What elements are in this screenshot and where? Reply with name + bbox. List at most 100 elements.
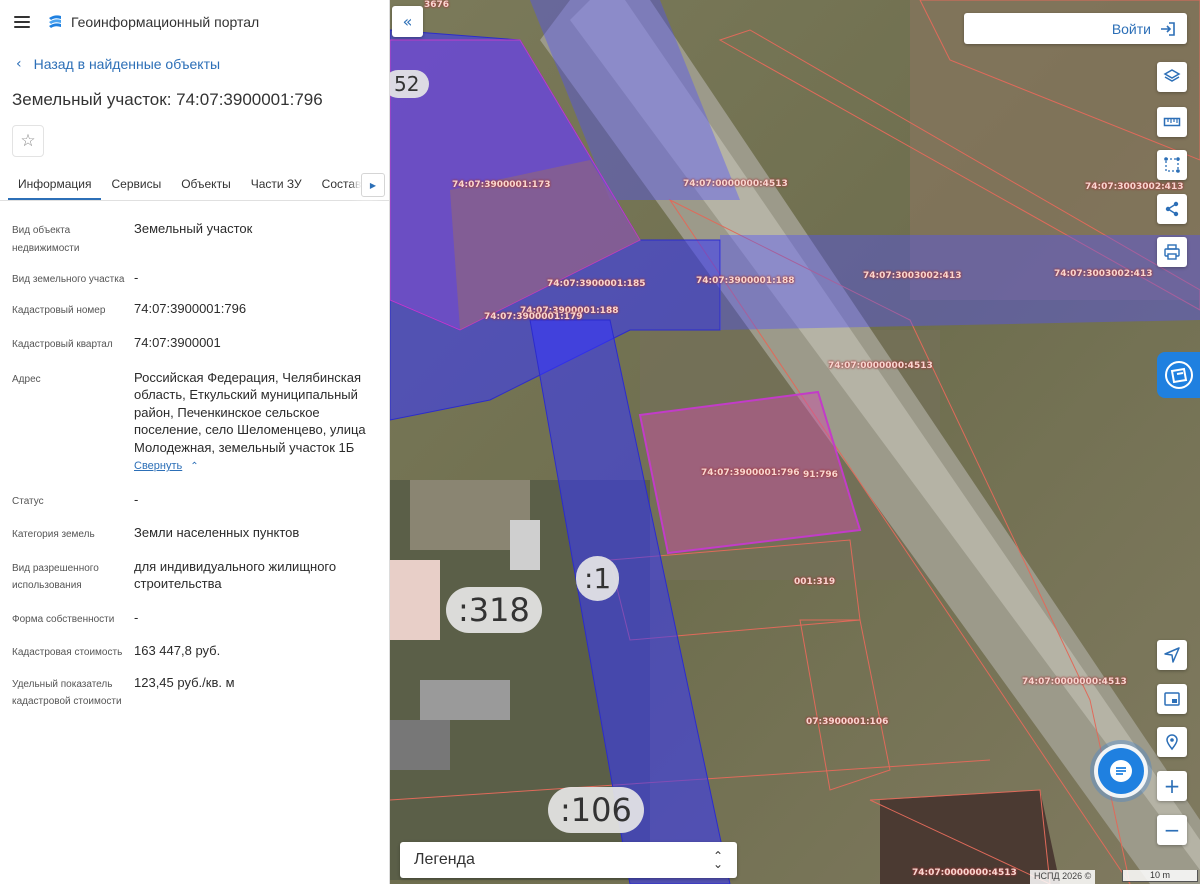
info-row: Адрес Российская Федерация, Челябинская … xyxy=(12,369,377,476)
parcel-label: 74:07:0000000:4513 xyxy=(1022,677,1127,687)
info-list: Вид объекта недвижимости Земельный участ… xyxy=(0,220,389,711)
parcel-label: 07:3900001:106 xyxy=(806,717,889,727)
object-title: Земельный участок: 74:07:3900001:796 xyxy=(12,90,323,109)
side-panel-tab[interactable] xyxy=(1157,352,1200,398)
location-pin-icon xyxy=(1166,734,1178,751)
map-service-icon xyxy=(1164,361,1193,389)
info-label: Вид разрешенного использования xyxy=(12,562,99,592)
back-link-label: Назад в найденные объекты xyxy=(33,56,221,72)
tab-information[interactable]: Информация xyxy=(8,171,102,200)
print-button[interactable] xyxy=(1157,237,1187,267)
ruler-button[interactable] xyxy=(1157,107,1187,137)
legend-label: Легенда xyxy=(414,851,475,868)
info-label: Адрес xyxy=(12,373,41,385)
top-bar: Геоинформационный портал xyxy=(0,0,389,44)
info-row: Кадастровый номер 74:07:3900001:796 xyxy=(12,300,377,320)
legend-dropdown[interactable]: Легенда ⌃ ⌄ xyxy=(400,842,737,878)
login-icon xyxy=(1161,21,1175,36)
parcel-label: 91:796 xyxy=(803,470,838,480)
info-value: для индивидуального жилищного строительс… xyxy=(134,558,337,592)
info-label: Вид земельного участка xyxy=(12,274,125,285)
parcel-label: 74:07:0000000:4513 xyxy=(828,361,933,371)
attribution: НСПД 2026 © xyxy=(1030,870,1096,884)
info-row: Статус - xyxy=(12,491,377,511)
navigation-arrow-icon xyxy=(1164,647,1180,663)
info-panel: Геоинформационный портал ‹ Назад в найде… xyxy=(0,0,390,884)
parcel-label: 001:319 xyxy=(794,577,836,587)
chevron-up-icon: ⌃ xyxy=(190,461,199,472)
tab-bar: Информация Сервисы Объекты Части ЗУ Сост… xyxy=(0,171,389,201)
collapse-label: Свернуть xyxy=(134,460,183,472)
parcel-label: 74:07:3900001:179 xyxy=(484,312,583,322)
info-label: Категория земель xyxy=(12,529,95,540)
info-value: - xyxy=(134,491,139,507)
login-button[interactable]: Войти xyxy=(964,13,1187,44)
parcel-label: 74:07:3900001:185 xyxy=(547,279,646,289)
collapse-link[interactable]: Свернуть ⌃ xyxy=(134,458,199,476)
info-value: 163 447,8 руб. xyxy=(134,643,221,658)
zoom-in-button[interactable]: + xyxy=(1157,771,1187,801)
cluster-label: :106 xyxy=(548,787,644,833)
share-icon xyxy=(1165,201,1179,217)
info-value: Российская Федерация, Челябинская област… xyxy=(134,369,377,476)
parcel-label: 74:07:3900001:188 xyxy=(696,276,795,286)
info-label: Статус xyxy=(12,495,44,507)
satellite-imagery xyxy=(390,0,1200,884)
chevron-up-down-icon: ⌃ ⌄ xyxy=(712,849,723,871)
info-value: Земли населенных пунктов xyxy=(134,525,300,540)
chevron-left-icon: ‹ xyxy=(16,56,22,72)
info-label: Форма собственности xyxy=(12,613,115,625)
layers-button[interactable] xyxy=(1157,62,1187,92)
info-row: Категория земель Земли населенных пункто… xyxy=(12,524,377,544)
cluster-label: :1 xyxy=(576,556,620,601)
tabs-scroll-right-icon[interactable]: ▶ xyxy=(361,173,385,197)
locate-button[interactable] xyxy=(1157,640,1187,670)
favorite-star-icon[interactable]: ☆ xyxy=(12,125,44,157)
portal-title: Геоинформационный портал xyxy=(71,14,260,30)
tab-parts[interactable]: Части ЗУ xyxy=(241,171,312,200)
selected-parcel-label: 74:07:3900001:796 xyxy=(701,468,800,478)
minimap-button[interactable] xyxy=(1157,684,1187,714)
share-button[interactable] xyxy=(1157,194,1187,224)
tab-services[interactable]: Сервисы xyxy=(101,171,171,200)
cluster-label: :318 xyxy=(446,587,542,633)
info-value: - xyxy=(134,609,139,625)
zoom-out-button[interactable]: − xyxy=(1157,815,1187,845)
info-row: Вид земельного участка - xyxy=(12,269,377,289)
select-area-icon xyxy=(1164,157,1180,173)
minimap-icon xyxy=(1164,692,1180,706)
portal-logo-icon xyxy=(49,15,61,28)
info-row: Форма собственности - xyxy=(12,609,377,629)
info-row: Кадастровый квартал 74:07:3900001 xyxy=(12,334,377,354)
parcel-label: 3676 xyxy=(424,0,450,10)
location-pin-button[interactable] xyxy=(1157,727,1187,757)
layers-icon xyxy=(1163,69,1181,82)
parcel-label: 74:07:3003002:413 xyxy=(1054,269,1153,279)
parcel-label: 74:07:0000000:4513 xyxy=(683,179,788,189)
parcel-label: 74:07:0000000:4513 xyxy=(912,868,1017,878)
info-value: - xyxy=(134,270,139,285)
info-label: Вид объекта недвижимости xyxy=(12,225,80,254)
scale-bar: 10 m xyxy=(1122,870,1198,882)
info-value: 123,45 руб./кв. м xyxy=(134,674,235,690)
tab-objects[interactable]: Объекты xyxy=(171,171,241,200)
info-row: Вид объекта недвижимости Земельный участ… xyxy=(12,220,377,257)
parcel-label: 74:07:3003002:413 xyxy=(1085,182,1184,192)
menu-icon[interactable] xyxy=(14,16,30,28)
info-label: Кадастровая стоимость xyxy=(12,647,123,658)
print-icon xyxy=(1164,244,1180,260)
login-label: Войти xyxy=(1111,20,1151,37)
info-label: Удельный показатель кадастровой стоимост… xyxy=(12,678,122,708)
info-row: Кадастровая стоимость 163 447,8 руб. xyxy=(12,642,377,662)
info-row: Вид разрешенного использования для индив… xyxy=(12,558,377,595)
map-view[interactable]: 3676 74:07:3900001:173 74:07:0000000:451… xyxy=(390,0,1200,884)
select-area-button[interactable] xyxy=(1157,150,1187,180)
cluster-label: 52 xyxy=(390,70,430,98)
info-row: Удельный показатель кадастровой стоимост… xyxy=(12,674,377,711)
info-label: Кадастровый квартал xyxy=(12,339,113,350)
back-link[interactable]: ‹ Назад в найденные объекты xyxy=(0,44,389,84)
collapse-panel-icon[interactable]: « xyxy=(392,6,423,37)
chat-button[interactable] xyxy=(1098,748,1144,794)
ruler-icon xyxy=(1163,117,1181,127)
chat-icon xyxy=(1110,760,1132,782)
